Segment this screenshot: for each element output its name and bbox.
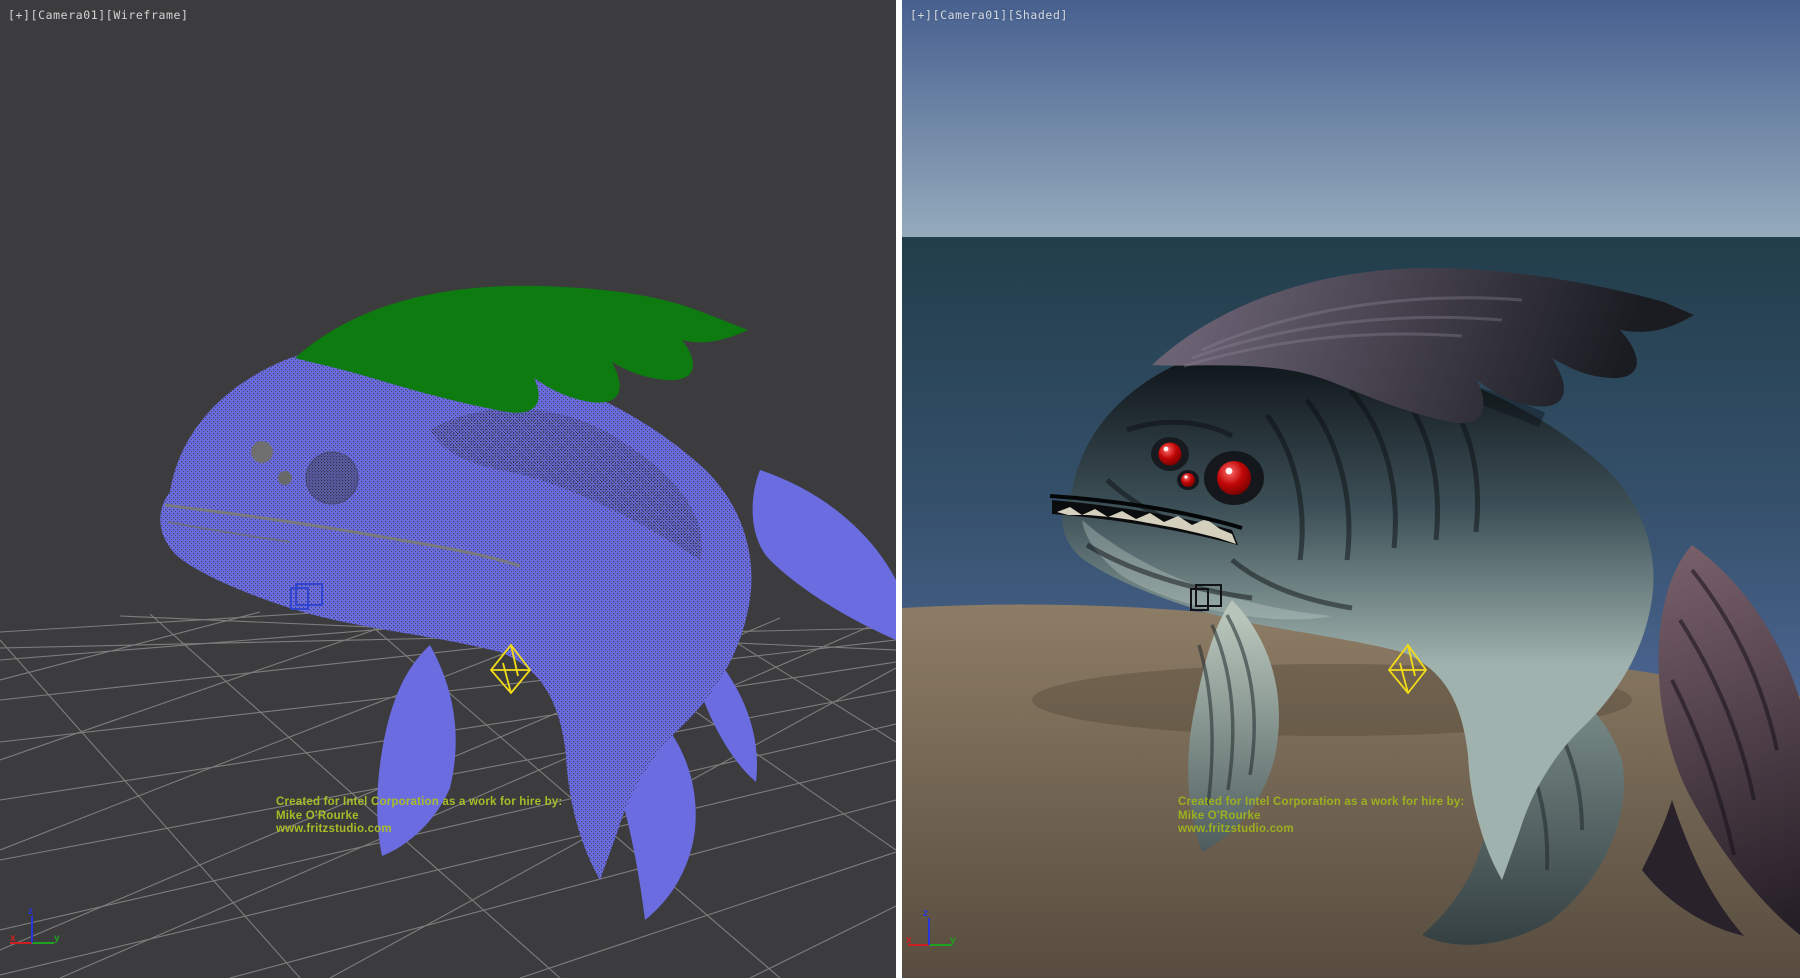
viewport-wireframe[interactable]: x y z [+][Camera01][Wireframe] Created f…: [0, 0, 896, 978]
viewport-label-shaded[interactable]: [+][Camera01][Shaded]: [910, 8, 1068, 22]
fish-eye-tiny[interactable]: [1181, 473, 1195, 487]
viewport-label-wireframe[interactable]: [+][Camera01][Wireframe]: [8, 8, 189, 22]
fish-eye-small[interactable]: [251, 441, 273, 463]
viewport-stage: x y z [+][Camera01][Wireframe] Created f…: [0, 0, 1800, 978]
sky: [902, 0, 1800, 237]
fish-eye-large-stipple: [306, 452, 358, 504]
shaded-scene[interactable]: [902, 0, 1800, 978]
fish-eye-small[interactable]: [1159, 443, 1182, 466]
eye-highlight: [1226, 468, 1233, 475]
wireframe-scene[interactable]: [0, 0, 896, 978]
fish-eye-tiny[interactable]: [278, 471, 292, 485]
eye-highlight: [1164, 447, 1169, 452]
viewport-shaded[interactable]: x y z [+][Camera01][Shaded] Created for …: [902, 0, 1800, 978]
eye-highlight: [1184, 475, 1187, 478]
fish-eye-large[interactable]: [1217, 461, 1251, 495]
